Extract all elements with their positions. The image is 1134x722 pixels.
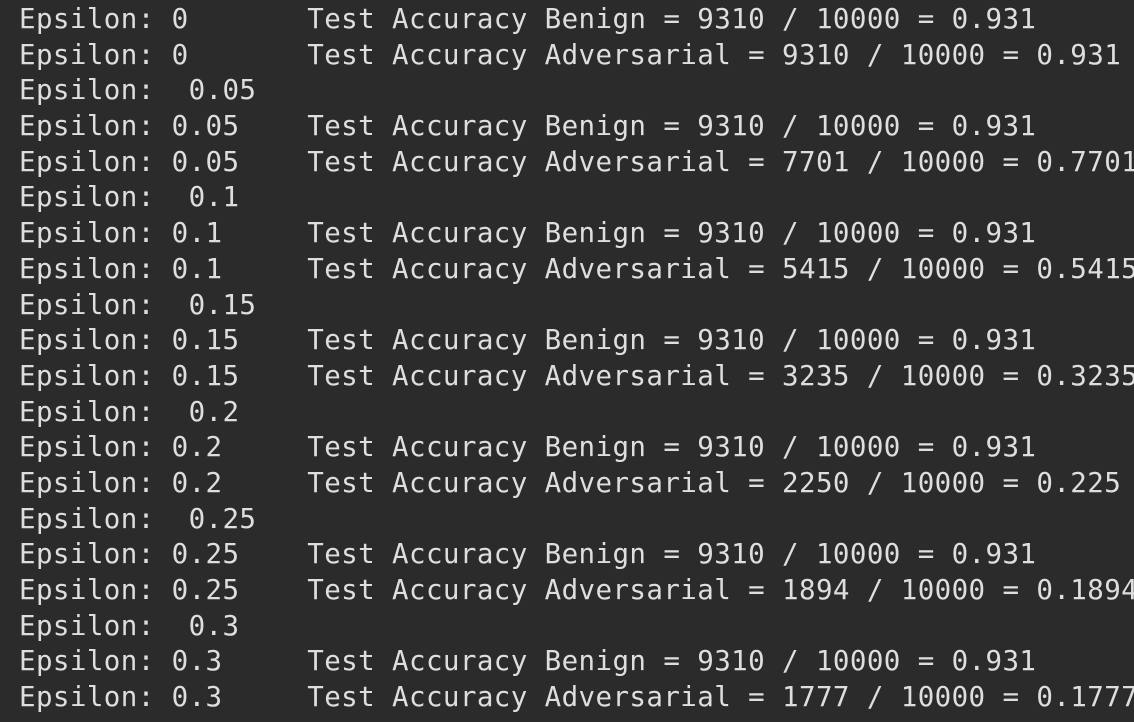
output-line-epsilon-0.15-adversarial: Epsilon: 0.15 Test Accuracy Adversarial … [19,359,1134,392]
terminal-output: Epsilon: 0 Test Accuracy Benign = 9310 /… [0,0,1134,722]
output-line-epsilon-0.3-header: Epsilon: 0.3 [19,609,240,642]
output-line-epsilon-0.25-benign: Epsilon: 0.25 Test Accuracy Benign = 931… [19,538,1037,571]
output-line-epsilon-0.05-benign: Epsilon: 0.05 Test Accuracy Benign = 931… [19,110,1037,143]
output-line-epsilon-0.3-benign: Epsilon: 0.3 Test Accuracy Benign = 9310… [19,645,1037,678]
output-line-epsilon-0.3-adversarial: Epsilon: 0.3 Test Accuracy Adversarial =… [19,681,1134,714]
output-line-epsilon-0.1-benign: Epsilon: 0.1 Test Accuracy Benign = 9310… [19,217,1037,250]
output-line-epsilon-0.2-header: Epsilon: 0.2 [19,395,240,428]
output-line-epsilon-0.25-header: Epsilon: 0.25 [19,502,257,535]
output-line-epsilon-0.2-benign: Epsilon: 0.2 Test Accuracy Benign = 9310… [19,431,1037,464]
output-line-epsilon-0.1-adversarial: Epsilon: 0.1 Test Accuracy Adversarial =… [19,252,1134,285]
output-line-epsilon-0.25-adversarial: Epsilon: 0.25 Test Accuracy Adversarial … [19,574,1134,606]
output-line-epsilon-0.05-adversarial: Epsilon: 0.05 Test Accuracy Adversarial … [19,145,1134,178]
output-line-epsilon-0.15-header: Epsilon: 0.15 [19,288,257,321]
output-line-epsilon-0-benign: Epsilon: 0 Test Accuracy Benign = 9310 /… [19,3,1037,35]
output-line-epsilon-0-adversarial: Epsilon: 0 Test Accuracy Adversarial = 9… [19,38,1122,71]
output-line-epsilon-0.2-adversarial: Epsilon: 0.2 Test Accuracy Adversarial =… [19,466,1122,499]
output-line-epsilon-0.05-header: Epsilon: 0.05 [19,74,257,107]
output-line-epsilon-0.1-header: Epsilon: 0.1 [19,181,240,214]
output-line-epsilon-0.15-benign: Epsilon: 0.15 Test Accuracy Benign = 931… [19,324,1037,357]
